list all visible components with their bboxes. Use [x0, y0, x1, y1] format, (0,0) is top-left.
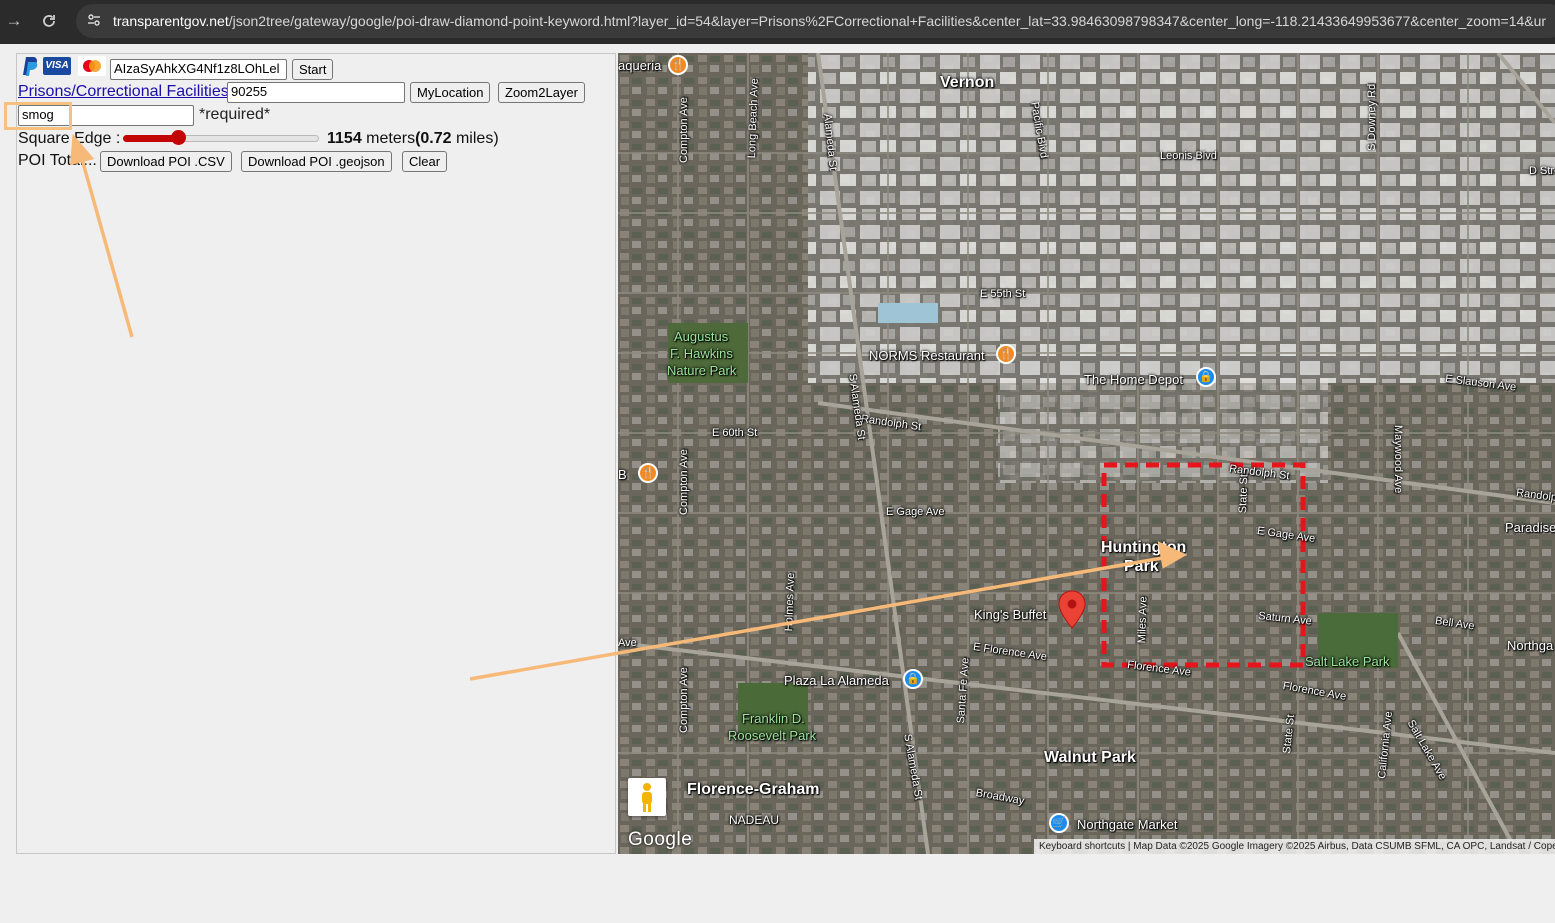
- slider-fill: [123, 135, 178, 142]
- square-edge-label: Square Edge :: [18, 130, 121, 147]
- miles-value: (0.72: [415, 130, 452, 147]
- poi-label-kings-buffet[interactable]: King's Buffet: [974, 607, 1046, 622]
- restaurant-pin-icon[interactable]: 🍴: [668, 55, 688, 75]
- place-label-northgate: Northga: [1507, 638, 1554, 653]
- place-label-nadeau: NADEAU: [729, 813, 780, 827]
- street-label-miles: Miles Ave: [1136, 596, 1150, 644]
- cart-pin-icon[interactable]: 🛒: [1049, 813, 1069, 833]
- start-button[interactable]: Start: [292, 59, 334, 80]
- meters-unit: meters: [361, 130, 416, 147]
- poi-label-plaza[interactable]: Plaza La Alameda: [784, 673, 889, 688]
- shopping-pin-icon[interactable]: 🔒: [903, 669, 923, 689]
- map-attribution[interactable]: Keyboard shortcuts | Map Data ©2025 Goog…: [1034, 839, 1555, 854]
- api-key-input[interactable]: AIzaSyAhkXG4Nf1z8LOhLel: [110, 59, 287, 80]
- url-path: /json2tree/gateway/google/poi-draw-diamo…: [228, 13, 1547, 29]
- poi-label-norms[interactable]: NORMS Restaurant: [869, 348, 985, 363]
- zip-input[interactable]: 90255: [227, 82, 405, 103]
- control-panel: VISA AIzaSyAhkXG4Nf1z8LOhLel Start Priso…: [16, 53, 616, 854]
- poi-total-label: POI Total...: [18, 152, 97, 169]
- paypal-icon[interactable]: [18, 55, 40, 77]
- address-bar[interactable]: transparentgov.net/json2tree/gateway/goo…: [76, 4, 1555, 38]
- forward-arrow-icon[interactable]: →: [2, 8, 26, 34]
- park-label-salt-lake: Salt Lake Park: [1305, 654, 1390, 669]
- miles-unit: miles): [451, 130, 499, 147]
- download-geojson-button[interactable]: Download POI .geojson: [241, 151, 392, 172]
- meters-value: 1154: [327, 130, 362, 147]
- clear-button[interactable]: Clear: [402, 151, 448, 172]
- download-csv-button[interactable]: Download POI .CSV: [100, 151, 232, 172]
- map-pin-icon[interactable]: [1058, 590, 1086, 630]
- slider-thumb[interactable]: [170, 130, 186, 145]
- google-logo: Google: [628, 829, 693, 850]
- mylocation-button[interactable]: MyLocation: [410, 82, 491, 103]
- park-label-augustus-1: Augustus: [674, 329, 729, 344]
- zoom2layer-button[interactable]: Zoom2Layer: [498, 82, 585, 103]
- visa-icon[interactable]: VISA: [43, 57, 71, 75]
- street-label-state: State St: [1237, 473, 1251, 514]
- place-label-florence-graham: Florence-Graham: [687, 781, 820, 798]
- park-label-franklin-1: Franklin D.: [742, 711, 805, 726]
- url-text: transparentgov.net/json2tree/gateway/goo…: [113, 13, 1546, 29]
- park-label-augustus-2: F. Hawkins: [670, 346, 733, 361]
- street-label-e55: E 55th St: [980, 288, 1026, 300]
- place-label-park: Park: [1124, 558, 1159, 575]
- edge-length-readout: 1154 meters(0.72 miles): [327, 130, 499, 148]
- poi-label-home-depot[interactable]: The Home Depot: [1084, 372, 1183, 387]
- pegman-icon[interactable]: [628, 778, 666, 816]
- restaurant-pin-icon[interactable]: 🍴: [996, 344, 1016, 364]
- browser-toolbar: → transparentgov.net/json2tree/gateway/g…: [0, 0, 1555, 44]
- park-label-franklin-2: Roosevelt Park: [728, 728, 817, 743]
- url-host: transparentgov.net: [113, 13, 229, 29]
- restaurant-pin-icon[interactable]: 🍴: [638, 463, 658, 483]
- shopping-pin-icon[interactable]: 🔒: [1196, 367, 1216, 387]
- street-label-compton-3: Compton Ave: [678, 667, 690, 733]
- place-label-walnut-park: Walnut Park: [1044, 749, 1136, 766]
- satellite-map[interactable]: Vernon Huntington Park Walnut Park Flore…: [618, 53, 1555, 854]
- mastercard-icon[interactable]: [78, 56, 106, 76]
- reload-icon[interactable]: [37, 8, 61, 34]
- poi-label-taqueria[interactable]: aqueria: [618, 58, 661, 73]
- layer-link[interactable]: Prisons/Correctional Facilities: [18, 83, 229, 101]
- street-label-e60: E 60th St: [712, 427, 758, 439]
- required-label: *required*: [199, 106, 271, 123]
- street-label-e-gage: E Gage Ave: [886, 506, 945, 518]
- park-label-augustus-3: Nature Park: [667, 363, 737, 378]
- poi-label-edge[interactable]: B: [618, 467, 627, 482]
- street-label-compton-2: Compton Ave: [678, 449, 690, 515]
- street-label-downey: S Downey Rd: [1366, 83, 1378, 151]
- street-label-maywood: Maywood Ave: [1392, 425, 1404, 494]
- street-label-compton-1: Compton Ave: [678, 97, 690, 163]
- street-label-holmes: Holmes Ave: [783, 572, 798, 632]
- site-settings-icon[interactable]: [86, 12, 102, 28]
- street-label-d-str: D Str: [1529, 165, 1555, 177]
- place-label-vernon: Vernon: [940, 74, 995, 91]
- street-label-leonis: Leonis Blvd: [1160, 150, 1217, 162]
- keyword-highlight-box: [4, 102, 72, 130]
- street-label-ave-edge: Ave: [618, 637, 637, 649]
- place-label-huntington: Huntington: [1101, 539, 1187, 556]
- poi-label-northgate-market[interactable]: Northgate Market: [1077, 817, 1177, 832]
- place-label-paradise: Paradise: [1505, 520, 1555, 535]
